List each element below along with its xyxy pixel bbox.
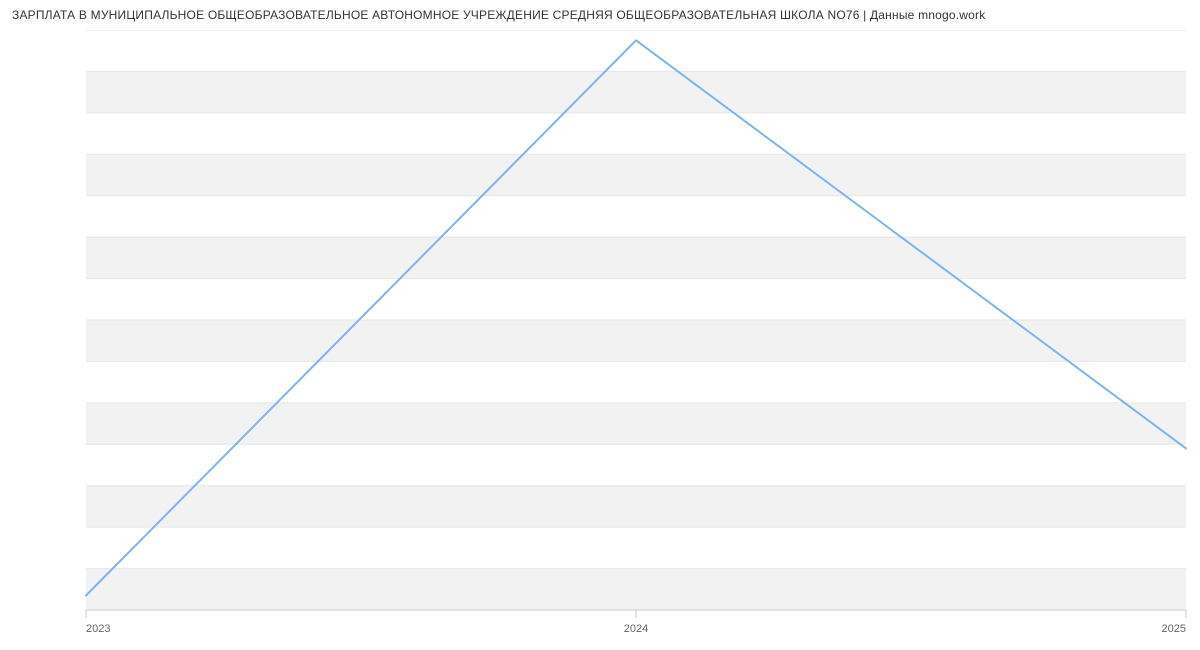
chart-container: ЗАРПЛАТА В МУНИЦИПАЛЬНОЕ ОБЩЕОБРАЗОВАТЕЛ… <box>0 0 1200 650</box>
chart-title: ЗАРПЛАТА В МУНИЦИПАЛЬНОЕ ОБЩЕОБРАЗОВАТЕЛ… <box>12 8 985 22</box>
chart-svg: 1800020000220002400026000280003000032000… <box>80 30 1190 640</box>
x-tick-label: 2023 <box>86 623 110 635</box>
plot-area: 1800020000220002400026000280003000032000… <box>80 30 1190 610</box>
x-tick-label: 2024 <box>624 623 648 635</box>
x-tick-label: 2025 <box>1162 623 1186 635</box>
